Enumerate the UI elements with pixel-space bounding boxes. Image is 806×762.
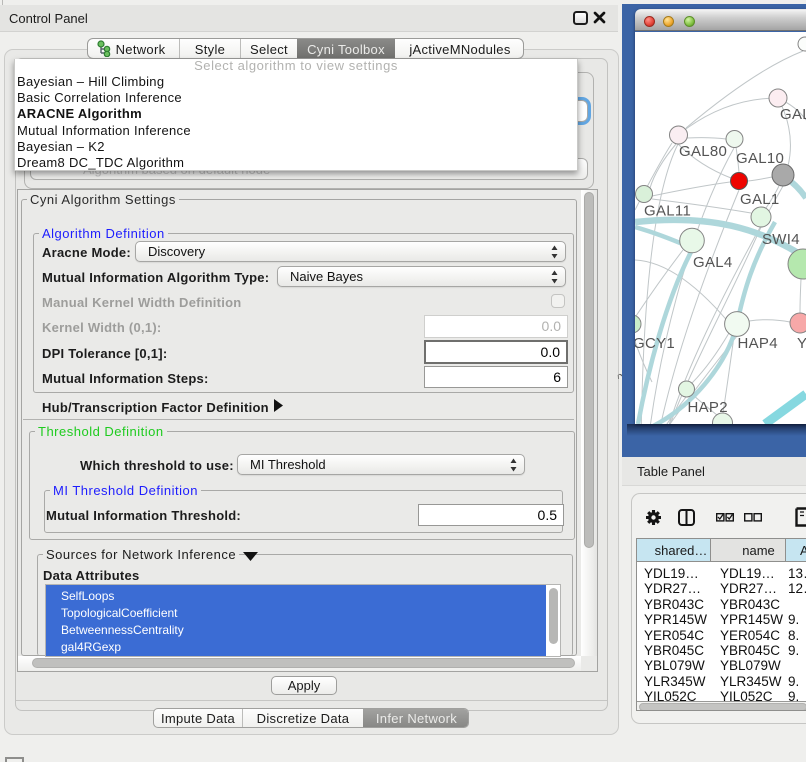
svg-text:HAP2: HAP2	[688, 399, 728, 416]
svg-text:SWI4: SWI4	[762, 231, 800, 248]
svg-text:GAL2: GAL2	[780, 106, 806, 123]
svg-text:GAL1: GAL1	[740, 191, 780, 208]
svg-text:HAP4: HAP4	[738, 335, 778, 352]
svg-text:Y: Y	[797, 335, 806, 352]
svg-text:GAL80: GAL80	[679, 143, 727, 160]
svg-text:GAL10: GAL10	[736, 150, 784, 167]
svg-text:GAL11: GAL11	[644, 203, 691, 220]
svg-text:GAL4: GAL4	[693, 254, 733, 271]
svg-text:GCY1: GCY1	[635, 335, 675, 352]
